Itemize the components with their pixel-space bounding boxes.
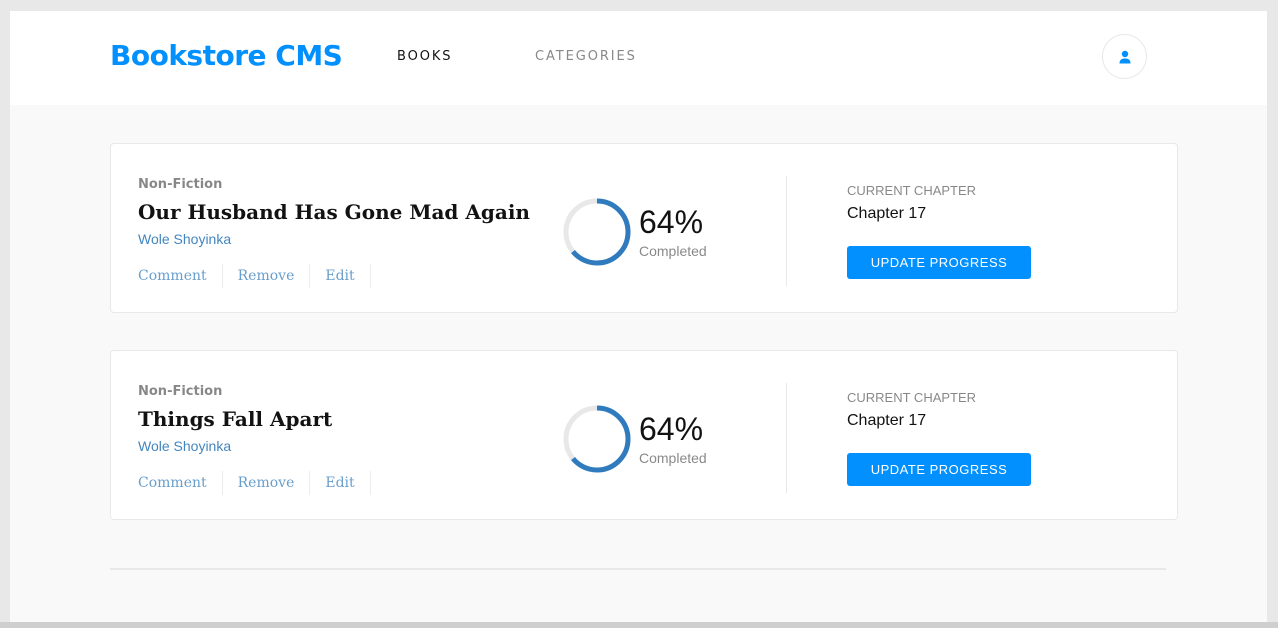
brand-logo[interactable]: Bookstore CMS xyxy=(110,39,343,72)
edit-button[interactable]: Edit xyxy=(310,264,371,288)
book-author[interactable]: Wole Shoyinka xyxy=(138,438,231,454)
book-title: Things Fall Apart xyxy=(138,407,333,431)
book-card: Non-Fiction Things Fall Apart Wole Shoyi… xyxy=(110,350,1178,520)
page: Bookstore CMS BOOKS CATEGORIES Non-Ficti… xyxy=(10,11,1267,622)
nav-books-link[interactable]: BOOKS xyxy=(397,49,452,64)
current-chapter-label: CURRENT CHAPTER xyxy=(847,390,977,405)
book-genre: Non-Fiction xyxy=(138,177,223,192)
progress-ring xyxy=(563,405,631,473)
user-icon xyxy=(1119,50,1130,63)
book-author[interactable]: Wole Shoyinka xyxy=(138,231,231,247)
update-progress-button[interactable]: UPDATE PROGRESS xyxy=(847,246,1031,279)
window-bottom-edge xyxy=(0,622,1278,628)
update-progress-button[interactable]: UPDATE PROGRESS xyxy=(847,453,1031,486)
progress-percent: 64% xyxy=(639,204,704,240)
progress-ring xyxy=(563,198,631,266)
remove-button[interactable]: Remove xyxy=(223,264,311,288)
nav-categories-link[interactable]: CATEGORIES xyxy=(535,49,637,64)
navbar: Bookstore CMS BOOKS CATEGORIES xyxy=(10,11,1267,105)
book-actions: Comment Remove Edit xyxy=(138,264,371,288)
user-profile-button[interactable] xyxy=(1102,34,1147,79)
book-actions: Comment Remove Edit xyxy=(138,471,371,495)
current-chapter-value: Chapter 17 xyxy=(847,205,927,222)
current-chapter-value: Chapter 17 xyxy=(847,412,927,429)
progress-percent: 64% xyxy=(639,411,704,447)
footer-divider xyxy=(110,568,1166,570)
remove-button[interactable]: Remove xyxy=(223,471,311,495)
book-title: Our Husband Has Gone Mad Again xyxy=(138,200,530,224)
card-divider xyxy=(786,176,787,286)
book-genre: Non-Fiction xyxy=(138,384,223,399)
current-chapter-label: CURRENT CHAPTER xyxy=(847,183,977,198)
comment-button[interactable]: Comment xyxy=(138,264,223,288)
progress-completed-label: Completed xyxy=(639,243,707,259)
comment-button[interactable]: Comment xyxy=(138,471,223,495)
card-divider xyxy=(786,383,787,493)
book-card: Non-Fiction Our Husband Has Gone Mad Aga… xyxy=(110,143,1178,313)
progress-completed-label: Completed xyxy=(639,450,707,466)
edit-button[interactable]: Edit xyxy=(310,471,371,495)
